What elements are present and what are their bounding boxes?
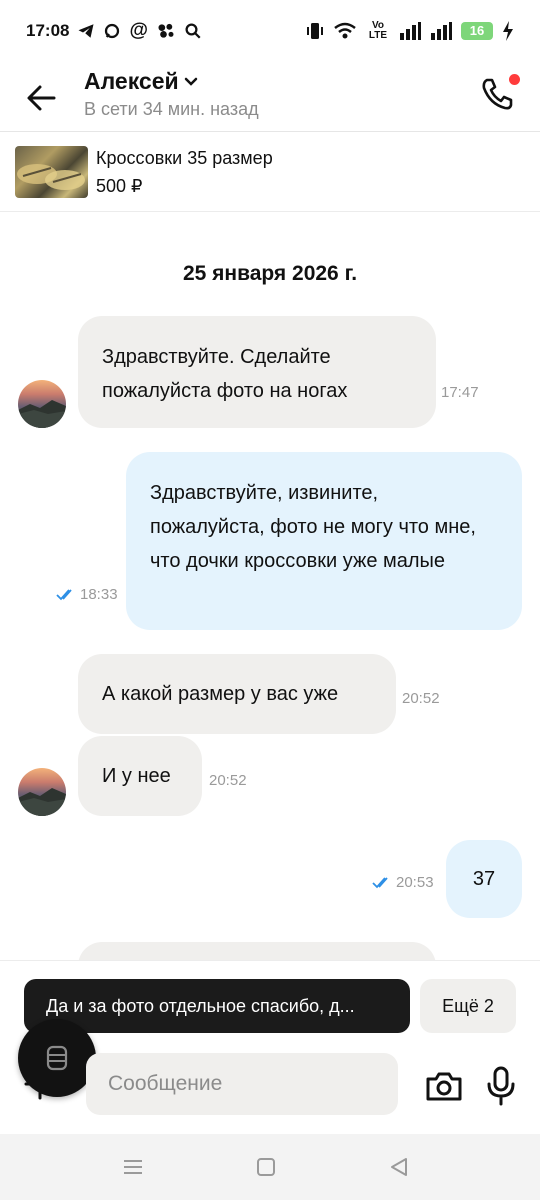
microphone-icon — [487, 1066, 515, 1106]
composer-area: Да и за фото отдельное спасибо, д... Ещё… — [0, 960, 540, 1134]
chevron-down-icon — [184, 77, 197, 86]
avatar[interactable] — [18, 768, 66, 816]
status-bar: 17:08 @ Vo LTE 16 — [0, 0, 540, 62]
contact-name-button[interactable]: Алексей — [84, 68, 199, 95]
product-thumbnail — [15, 146, 88, 198]
recent-apps-button[interactable] — [120, 1154, 146, 1180]
product-title: Кроссовки 35 размер — [96, 148, 273, 168]
max-messenger-icon — [103, 22, 121, 40]
message-bubble-incoming[interactable]: И у нее — [78, 736, 202, 816]
avatar-landscape-image — [18, 400, 66, 428]
time-label: 20:53 — [396, 874, 434, 891]
message-list[interactable]: 25 января 2026 г. Здравствуйте. Сделайте… — [0, 212, 540, 960]
message-text: 37 — [472, 868, 496, 890]
message-time: 17:47 — [441, 384, 479, 401]
double-check-icon — [56, 588, 72, 600]
message-time: 18:33 — [56, 586, 118, 603]
back-button[interactable] — [24, 82, 60, 114]
time-label: 18:33 — [80, 586, 118, 603]
telegram-icon — [77, 22, 95, 40]
vibrate-icon — [306, 21, 324, 41]
avatar[interactable] — [18, 380, 66, 428]
avatar-landscape-image — [18, 788, 66, 816]
microphone-button[interactable] — [484, 1065, 518, 1107]
square-icon — [257, 1158, 275, 1176]
contact-name: Алексей — [84, 68, 179, 94]
assistant-icon — [46, 1045, 68, 1071]
message-time: 20:52 — [209, 772, 247, 789]
status-time: 17:08 — [26, 21, 70, 40]
message-bubble-outgoing[interactable]: Здравствуйте, извините, пожалуйста, фото… — [126, 452, 522, 630]
message-text: Здравствуйте, извините, пожалуйста, фото… — [150, 482, 476, 572]
triangle-back-icon — [391, 1158, 407, 1176]
floating-assistant-button[interactable] — [18, 1019, 96, 1097]
chat-header: Алексей В сети 34 мин. назад — [0, 62, 540, 132]
message-bubble-incoming-partial[interactable] — [78, 942, 436, 960]
time-label: 20:52 — [402, 690, 440, 707]
back-nav-button[interactable] — [386, 1154, 412, 1180]
message-text: А какой размер у вас уже — [102, 683, 339, 705]
sneakers-image — [17, 164, 85, 190]
more-suggestions-button[interactable]: Ещё 2 — [420, 979, 516, 1033]
date-separator: 25 января 2026 г. — [182, 262, 358, 285]
message-bubble-outgoing[interactable]: 37 — [446, 840, 522, 918]
signal-icon — [399, 22, 421, 40]
arrow-left-icon — [27, 85, 56, 111]
double-check-icon — [372, 876, 388, 888]
volte-icon: Vo LTE — [368, 20, 388, 41]
message-text: И у нее — [102, 765, 171, 787]
menu-lines-icon — [124, 1160, 142, 1174]
time-label: 20:52 — [209, 772, 247, 789]
product-card[interactable]: Кроссовки 35 размер 500 ₽ — [0, 132, 540, 212]
message-bubble-incoming[interactable]: А какой размер у вас уже — [78, 654, 396, 734]
wifi-icon — [333, 22, 357, 40]
message-time: 20:52 — [402, 690, 440, 707]
time-label: 17:47 — [441, 384, 479, 401]
camera-button[interactable] — [424, 1066, 464, 1106]
product-price: 500 ₽ — [96, 176, 143, 196]
search-icon — [184, 22, 202, 40]
vk-icon — [156, 22, 176, 40]
message-time: 20:53 — [372, 874, 434, 891]
at-icon: @ — [129, 20, 149, 41]
message-text: Здравствуйте. Сделайте пожалуйста фото н… — [102, 346, 348, 402]
battery-icon: 16 — [461, 22, 493, 40]
message-bubble-incoming[interactable]: Здравствуйте. Сделайте пожалуйста фото н… — [78, 316, 436, 428]
message-input[interactable] — [86, 1053, 398, 1115]
signal-icon — [430, 22, 452, 40]
charging-icon — [502, 21, 514, 41]
camera-icon — [426, 1072, 462, 1101]
system-navigation-bar — [0, 1134, 540, 1200]
home-button[interactable] — [253, 1154, 279, 1180]
contact-status: В сети 34 мин. назад — [84, 99, 259, 119]
notification-dot — [509, 74, 520, 85]
